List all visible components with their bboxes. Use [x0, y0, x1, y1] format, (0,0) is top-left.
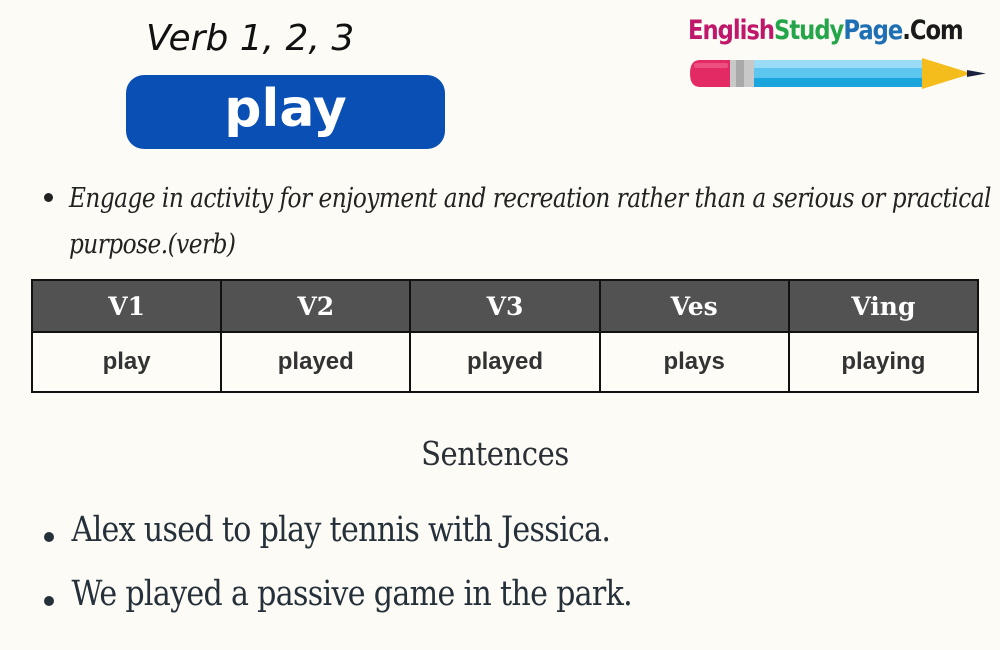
table-cell-ving: playing: [787, 331, 980, 393]
logo-text: EnglishStudyPage.Com: [688, 14, 964, 48]
table-header-v1: V1: [30, 279, 223, 333]
sentences-heading-text: Sentences: [421, 434, 569, 473]
page-subtitle: Verb 1, 2, 3: [146, 18, 355, 59]
pencil-body-dark: [754, 78, 922, 87]
logo-part-study: Study: [774, 15, 844, 46]
sentence-text: Alex used to play tennis with Jessica.: [71, 510, 611, 550]
table-header-ves: Ves: [598, 279, 790, 333]
site-logo[interactable]: EnglishStudyPage.Com: [688, 14, 988, 89]
logo-part-english: English: [688, 15, 775, 46]
table-header-ving: Ving: [787, 279, 980, 333]
sentences-heading: Sentences: [0, 434, 1000, 473]
table-header-v3: V3: [409, 279, 601, 333]
verb-forms-table: V1 V2 V3 Ves Ving play played played pla…: [30, 279, 980, 393]
table-cell-ves: plays: [598, 331, 790, 393]
table-cell-v2: played: [220, 331, 412, 393]
pencil-eraser-highlight: [694, 63, 728, 68]
sentences-list: Alex used to play tennis with Jessica. W…: [44, 510, 728, 638]
table-row: play played played plays playing: [30, 331, 980, 393]
logo-part-page: Page: [843, 15, 903, 46]
table-header-v2: V2: [220, 279, 412, 333]
table-cell-v3: played: [409, 331, 601, 393]
verb-word-badge: play: [126, 75, 445, 149]
table-cell-v1: play: [30, 331, 223, 393]
sentence-text: We played a passive game in the park.: [71, 574, 633, 614]
logo-part-com: .Com: [902, 15, 963, 46]
list-item: Alex used to play tennis with Jessica.: [44, 510, 728, 574]
definition-text: Engage in activity for enjoyment and rec…: [68, 183, 992, 260]
pencil-icon: [690, 58, 986, 89]
definition-item: Engage in activity for enjoyment and rec…: [44, 176, 991, 268]
pencil-ferrule-band: [736, 60, 744, 87]
verb-word: play: [224, 79, 347, 139]
table-header-row: V1 V2 V3 Ves Ving: [30, 279, 980, 333]
list-item: We played a passive game in the park.: [44, 574, 728, 638]
pencil-body-light: [754, 60, 922, 68]
pencil-lead: [967, 70, 986, 77]
pencil-tip-wood: [922, 58, 972, 89]
